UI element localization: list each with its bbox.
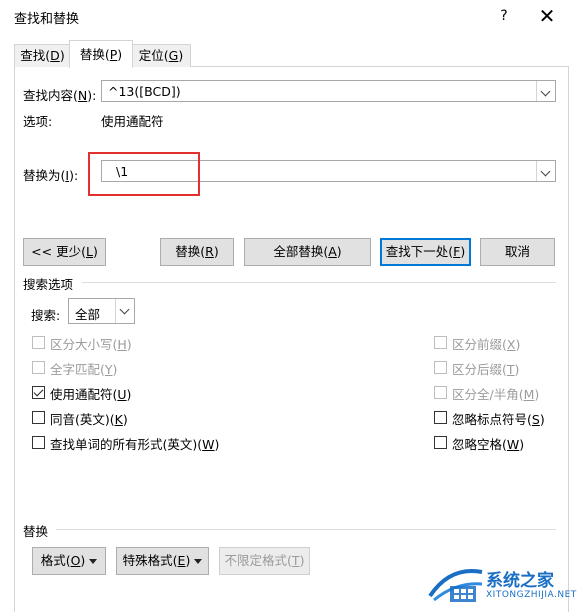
find-value: ^13([BCD])	[108, 84, 181, 99]
replace-label: 替换为(I):	[23, 168, 79, 183]
find-next-button[interactable]: 查找下一处(F)	[380, 238, 471, 266]
search-direction-select[interactable]: 全部	[68, 298, 135, 324]
tab-goto[interactable]: 定位(G)	[131, 44, 191, 67]
replace-button[interactable]: 替换(R)	[160, 238, 234, 266]
watermark: 系统之家 XITONGZHIJIA.NET	[420, 560, 579, 612]
caret-down-icon	[194, 559, 203, 564]
checkbox-box[interactable]	[32, 336, 45, 349]
checkbox-box[interactable]	[434, 336, 447, 349]
find-dropdown-icon[interactable]	[536, 81, 555, 101]
checkbox-box[interactable]	[32, 411, 45, 424]
replace-dropdown-icon[interactable]	[536, 161, 555, 181]
highlight-box	[88, 152, 200, 196]
find-label: 查找内容(N):	[23, 88, 97, 103]
cancel-button[interactable]: 取消	[480, 238, 555, 266]
format-button[interactable]: 格式(O)	[32, 547, 106, 575]
tab-find[interactable]: 查找(D)	[14, 44, 71, 67]
options-label: 选项:	[23, 114, 53, 129]
checkbox-box[interactable]	[434, 436, 447, 449]
search-dropdown-icon[interactable]	[115, 299, 134, 323]
watermark-brand: 系统之家	[486, 571, 554, 591]
divider	[82, 282, 556, 283]
less-button[interactable]: << 更少(L)	[23, 238, 106, 266]
checkbox-box[interactable]	[434, 411, 447, 424]
close-button[interactable]: ✕	[530, 4, 564, 28]
options-value: 使用通配符	[101, 114, 164, 129]
search-direction-value: 全部	[75, 307, 101, 322]
title-bar: 查找和替换 ? ✕	[0, 0, 579, 32]
checkbox-box[interactable]	[32, 436, 45, 449]
search-options-heading: 搜索选项	[23, 277, 74, 292]
search-label: 搜索:	[31, 308, 61, 323]
checkbox-box[interactable]	[434, 386, 447, 399]
replace-section-heading: 替换	[23, 524, 49, 539]
caret-down-icon	[89, 559, 98, 564]
checkbox-box[interactable]	[32, 386, 45, 399]
no-formatting-button[interactable]: 不限定格式(T)	[219, 547, 310, 575]
find-input[interactable]: ^13([BCD])	[101, 80, 556, 102]
help-button[interactable]: ?	[490, 5, 518, 27]
divider	[56, 529, 556, 530]
watermark-url: XITONGZHIJIA.NET	[486, 590, 577, 600]
special-button[interactable]: 特殊格式(E)	[116, 547, 209, 575]
checkbox-box[interactable]	[434, 361, 447, 374]
checkbox-box[interactable]	[32, 361, 45, 374]
replace-all-button[interactable]: 全部替换(A)	[244, 238, 371, 266]
tab-replace[interactable]: 替换(P)	[69, 40, 133, 68]
window-title: 查找和替换	[14, 12, 80, 27]
